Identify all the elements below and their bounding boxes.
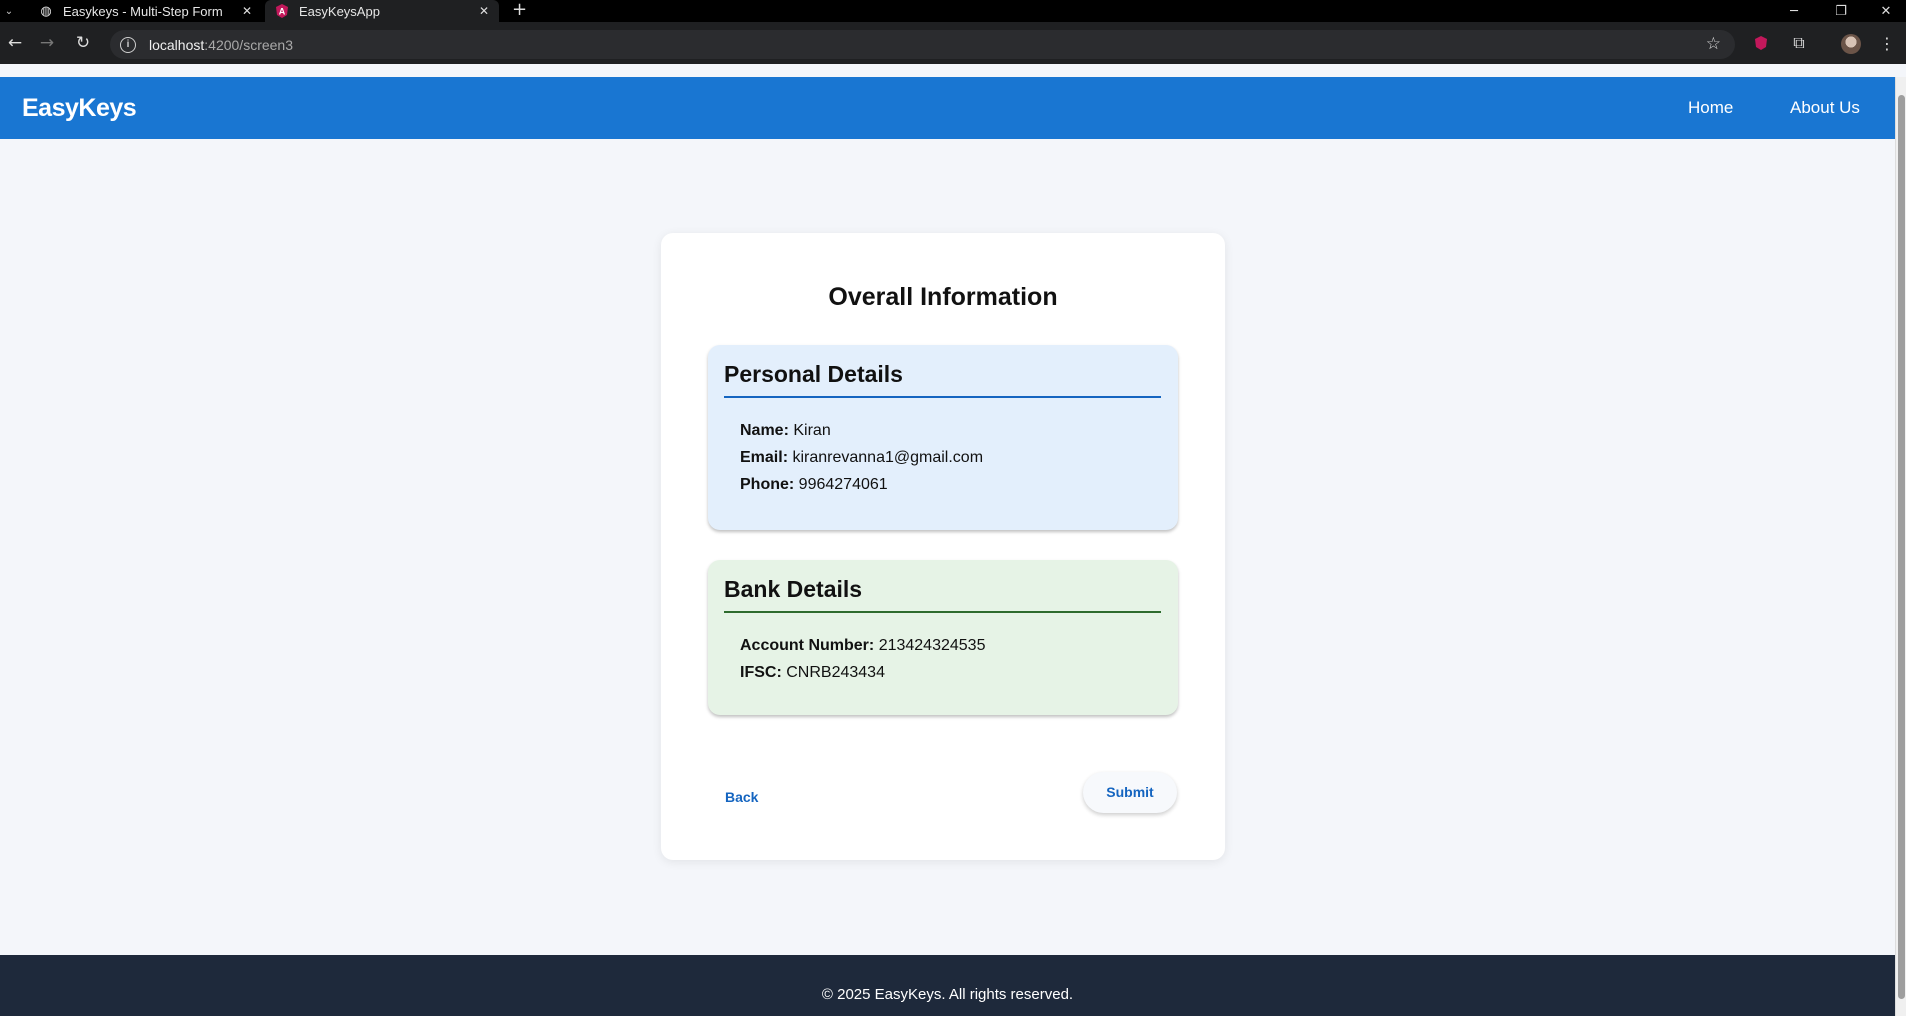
new-tab-button[interactable]: + — [512, 0, 527, 22]
url-path: :4200/screen3 — [204, 36, 293, 53]
scrollbar-thumb[interactable] — [1898, 95, 1905, 999]
browser-toolbar: ← → ↻ i localhost:4200/screen3 ☆ ⧉ ⋮ — [0, 22, 1906, 64]
phone-row: Phone: 9964274061 — [740, 476, 888, 494]
phone-label: Phone: — [740, 476, 795, 493]
back-button[interactable]: Back — [717, 777, 766, 818]
name-value: Kiran — [793, 422, 831, 439]
page-scrollbar[interactable] — [1895, 77, 1906, 1016]
url-text[interactable]: localhost:4200/screen3 — [149, 37, 293, 53]
email-row: Email: kiranrevanna1@gmail.com — [740, 449, 983, 467]
close-icon[interactable]: ✕ — [242, 4, 252, 18]
email-label: Email: — [740, 449, 789, 466]
name-label: Name: — [740, 422, 789, 439]
site-info-icon[interactable]: i — [120, 36, 136, 53]
svg-text:A: A — [279, 7, 286, 17]
app-header: EasyKeys Home About Us — [0, 77, 1895, 139]
window-close-icon[interactable]: ✕ — [1866, 0, 1906, 22]
minimize-icon[interactable]: ─ — [1774, 0, 1814, 22]
overall-information-card: Overall Information Personal Details Nam… — [661, 233, 1225, 860]
browser-tab-strip: ⌄ ◍ Easykeys - Multi-Step Form ✕ A EasyK… — [0, 0, 1906, 22]
browser-tab-easykeys-form[interactable]: ◍ Easykeys - Multi-Step Form ✕ — [26, 0, 262, 22]
ifsc-label: IFSC: — [740, 664, 782, 681]
account-number-label: Account Number: — [740, 637, 875, 654]
forward-arrow-icon[interactable]: → — [32, 22, 62, 64]
account-number-row: Account Number: 213424324535 — [740, 637, 985, 655]
profile-avatar[interactable] — [1841, 34, 1861, 54]
globe-icon: ◍ — [40, 3, 52, 19]
back-arrow-icon[interactable]: ← — [0, 22, 30, 64]
tab-title: Easykeys - Multi-Step Form — [63, 3, 223, 19]
browser-menu-icon[interactable]: ⋮ — [1872, 22, 1902, 64]
page-title: Overall Information — [828, 283, 1058, 311]
restore-icon[interactable]: ❐ — [1821, 0, 1861, 22]
reload-icon[interactable]: ↻ — [68, 22, 98, 64]
tab-title: EasyKeysApp — [299, 3, 380, 19]
address-bar[interactable]: i localhost:4200/screen3 ☆ — [110, 30, 1735, 59]
section-heading: Bank Details — [724, 576, 863, 602]
email-value: kiranrevanna1@gmail.com — [792, 449, 984, 466]
nav-about-us-link[interactable]: About Us — [1790, 77, 1860, 139]
page-footer: © 2025 EasyKeys. All rights reserved. — [0, 955, 1895, 1016]
bank-details-section: Bank Details Account Number: 21342432453… — [708, 560, 1178, 715]
name-row: Name: Kiran — [740, 422, 831, 440]
ifsc-value: CNRB243434 — [786, 664, 885, 681]
browser-tab-easykeysapp[interactable]: A EasyKeysApp ✕ — [265, 0, 499, 22]
brand-logo[interactable]: EasyKeys — [22, 77, 137, 139]
extensions-puzzle-icon[interactable]: ⧉ — [1784, 22, 1814, 64]
personal-details-section: Personal Details Name: Kiran Email: kira… — [708, 345, 1178, 530]
section-heading: Personal Details — [724, 361, 903, 387]
account-number-value: 213424324535 — [878, 637, 986, 654]
angular-icon: A — [275, 4, 289, 18]
angular-devtools-icon[interactable] — [1746, 22, 1776, 64]
url-host: localhost — [149, 36, 205, 53]
section-divider — [724, 396, 1161, 398]
copyright-text: © 2025 EasyKeys. All rights reserved. — [821, 986, 1074, 1003]
ifsc-row: IFSC: CNRB243434 — [740, 664, 885, 682]
close-icon[interactable]: ✕ — [479, 4, 489, 18]
phone-value: 9964274061 — [798, 476, 888, 493]
submit-button[interactable]: Submit — [1083, 772, 1177, 813]
tab-search-icon[interactable]: ⌄ — [0, 0, 18, 22]
section-divider — [724, 611, 1161, 613]
nav-home-link[interactable]: Home — [1688, 77, 1733, 139]
bookmark-star-icon[interactable]: ☆ — [1706, 34, 1721, 54]
